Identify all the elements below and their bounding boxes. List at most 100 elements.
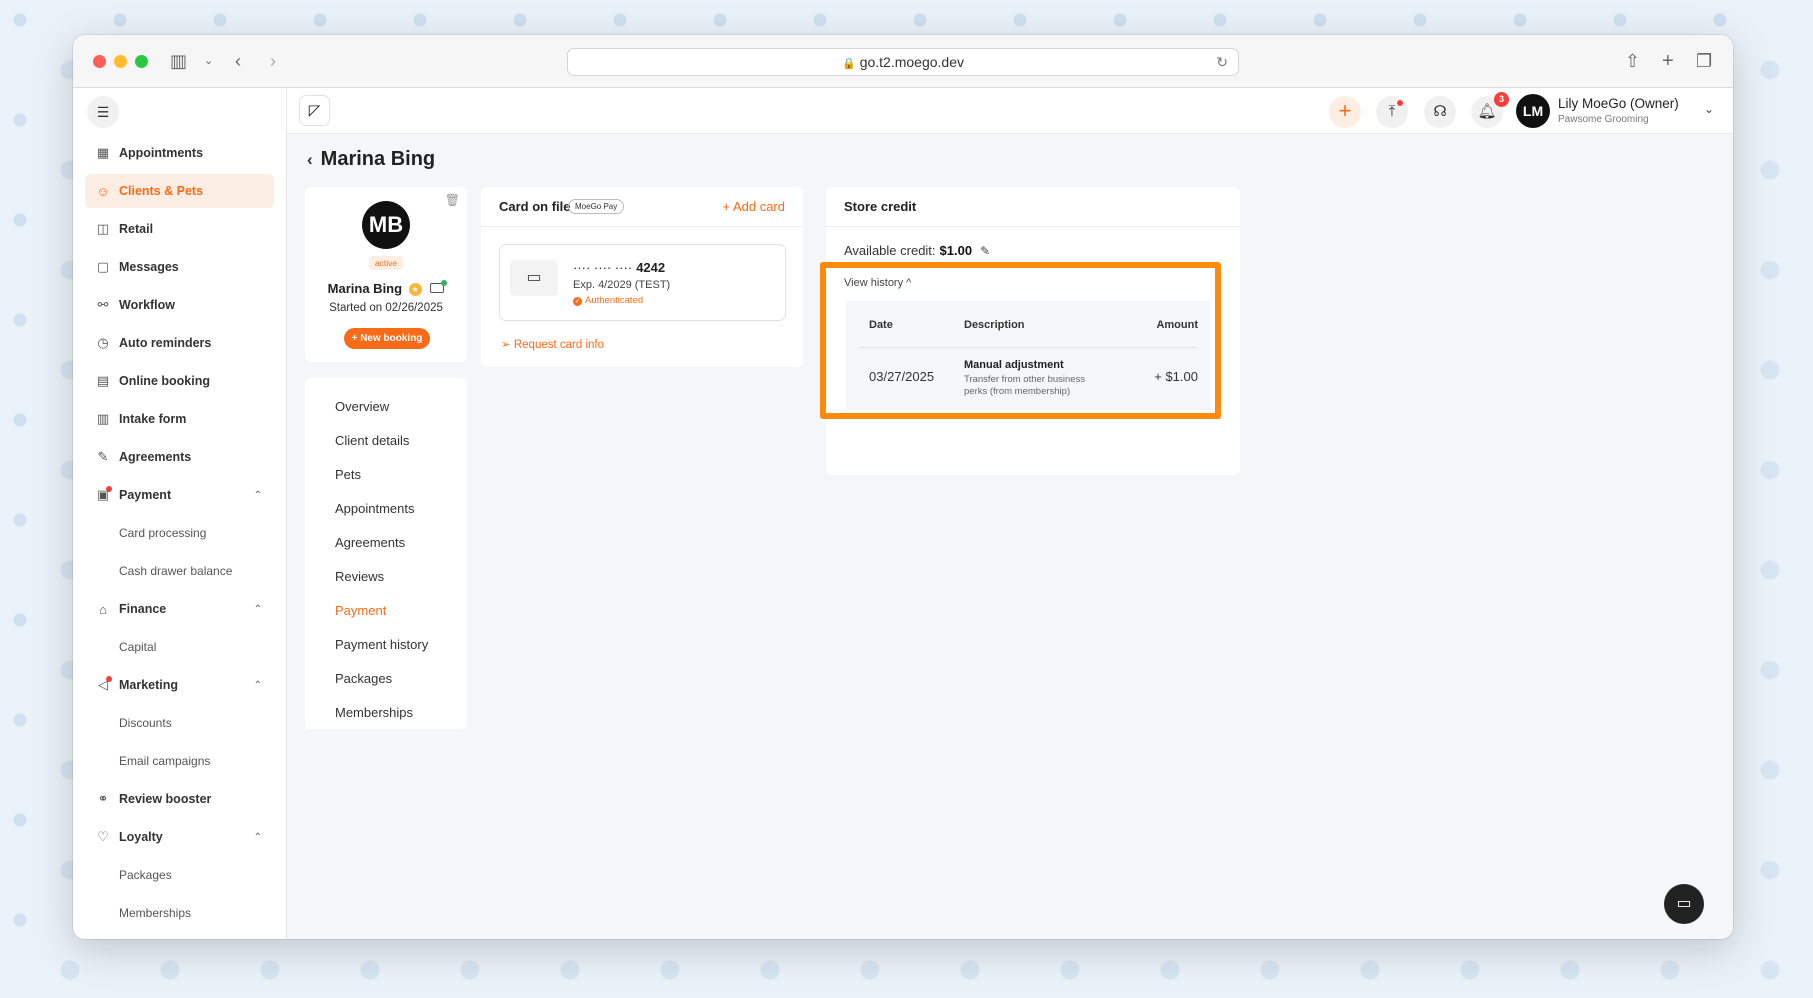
sidebar-subitem[interactable]: Packages xyxy=(85,858,274,892)
sidebar-item-label: Appointments xyxy=(119,146,204,160)
new-booking-button[interactable]: + New booking xyxy=(344,328,430,349)
sidebar-item-label: Workflow xyxy=(119,298,176,312)
minimize-window-button[interactable] xyxy=(114,55,127,68)
sidebar-item-label: Finance xyxy=(119,602,167,616)
client-icon: ☺ xyxy=(96,183,110,199)
sidebar-item[interactable]: ◁ Marketing ⌃ xyxy=(85,668,274,702)
client-menu-item[interactable]: Payment xyxy=(305,594,467,628)
share-icon[interactable]: ⇧ xyxy=(1625,49,1640,73)
upload-dot xyxy=(1396,99,1404,107)
sidebar-item[interactable]: ⚭ Review booster xyxy=(85,782,274,816)
sidebar-item[interactable]: ▦ Appointments xyxy=(85,136,274,170)
edit-pencil-icon[interactable]: ✎ xyxy=(980,244,990,258)
back-arrow-icon[interactable]: ‹ xyxy=(235,49,241,73)
client-menu-item[interactable]: Pets xyxy=(305,458,467,492)
chat-icon[interactable]: ▭ xyxy=(1664,884,1704,924)
sidebar-subitem[interactable]: Memberships xyxy=(85,896,274,930)
chevron-up-icon[interactable]: ⌃ xyxy=(254,490,262,501)
back-icon[interactable]: ‹ xyxy=(307,150,313,169)
add-card-button[interactable]: + Add card xyxy=(722,199,785,214)
sidebar-subitem[interactable]: Card processing xyxy=(85,516,274,550)
client-menu-item[interactable]: Payment history xyxy=(305,628,467,662)
moego-logo-icon[interactable]: ◸ xyxy=(299,95,330,126)
client-menu-item[interactable]: Appointments xyxy=(305,492,467,526)
card-on-file-header: Card on file MoeGo Pay + Add card xyxy=(481,187,803,227)
check-icon: ✓ xyxy=(573,297,582,306)
client-menu-item[interactable]: Reviews xyxy=(305,560,467,594)
client-name-text: Marina Bing xyxy=(327,281,403,296)
avatar: LM xyxy=(1516,94,1550,128)
sidebar-subitem[interactable]: Email campaigns xyxy=(85,744,274,778)
sidebar-item[interactable]: ▤ Online booking xyxy=(85,364,274,398)
add-icon[interactable]: + xyxy=(1329,96,1361,128)
client-menu-item[interactable]: Packages xyxy=(305,662,467,696)
review-icon: ⚭ xyxy=(97,791,109,806)
sidebar-item[interactable]: ⚯ Workflow xyxy=(85,288,274,322)
chevron-up-icon[interactable]: ⌃ xyxy=(254,604,262,615)
store-credit-panel: Store credit Available credit: $1.00 ✎ Vie… xyxy=(820,187,1240,475)
client-menu-item[interactable]: Agreements xyxy=(305,526,467,560)
calendar-icon: ▦ xyxy=(96,145,110,160)
main-content: ◸ + ⤒ ☊ 🔔︎ 3 LM Lily MoeGo (Owner) Pawsom… xyxy=(287,88,1733,939)
headset-icon[interactable]: ☊ xyxy=(1424,96,1456,128)
client-menu-item[interactable]: Client details xyxy=(305,424,467,458)
sidebar-item[interactable]: ◷ Auto reminders xyxy=(85,326,274,360)
sidebar-subitem[interactable]: Discounts xyxy=(85,706,274,740)
alarm-icon: ◷ xyxy=(97,335,109,350)
sidebar-item[interactable]: ☺ Clients & Pets xyxy=(85,174,274,208)
sidebar-item[interactable]: ◫ Retail xyxy=(85,212,274,246)
url-text: go.t2.moego.dev xyxy=(859,54,964,70)
lock-icon: 🔒 xyxy=(842,58,856,70)
sidebar-item-label: Payment xyxy=(119,488,172,502)
chevron-up-icon[interactable]: ⌃ xyxy=(254,832,262,843)
sidebar-toggle-icon[interactable]: ▥ xyxy=(170,49,187,73)
loyalty-icon: ♡ xyxy=(97,829,109,844)
card-expiry: Exp. 4/2029 (TEST) xyxy=(573,279,671,291)
client-menu-item[interactable]: Memberships xyxy=(305,696,467,730)
sidebar-item[interactable]: ⌂ Finance ⌃ xyxy=(85,592,274,626)
address-bar[interactable]: 🔒 go.t2.moego.dev ↻ xyxy=(567,48,1239,76)
maximize-window-button[interactable] xyxy=(135,55,148,68)
form-icon: ▥ xyxy=(96,411,110,426)
notification-dot xyxy=(106,676,112,682)
menu-icon[interactable]: ☰ xyxy=(87,96,119,128)
client-menu-item[interactable]: Overview xyxy=(305,390,467,424)
chevron-down-icon: ⌄ xyxy=(1704,102,1715,116)
sidebar-item-label: Online booking xyxy=(119,374,210,388)
card-on-file-title: Card on file xyxy=(499,199,571,214)
client-name: Marina Bing ★ xyxy=(305,280,467,296)
card-last4: 4242 xyxy=(636,260,666,275)
sidebar-item-label: Retail xyxy=(119,222,154,236)
booking-icon: ▤ xyxy=(96,373,110,388)
forward-arrow-icon[interactable]: › xyxy=(270,49,276,73)
sidebar-item[interactable]: ♡ Loyalty ⌃ xyxy=(85,820,274,854)
sidebar-subitem[interactable]: Capital xyxy=(85,630,274,664)
message-icon: ▢ xyxy=(96,259,110,274)
chevron-down-icon[interactable]: ⌄ xyxy=(204,49,213,73)
status-badge: active xyxy=(369,256,403,270)
card-number: ···· ···· ···· 4242 xyxy=(573,260,665,275)
top-bar: ◸ + ⤒ ☊ 🔔︎ 3 LM Lily MoeGo (Owner) Pawsom… xyxy=(287,88,1733,134)
sidebar-item[interactable]: ▢ Messages xyxy=(85,250,274,284)
sidebar-item-label: Review booster xyxy=(119,792,212,806)
reload-icon[interactable]: ↻ xyxy=(1216,49,1228,75)
chevron-up-icon[interactable]: ⌃ xyxy=(254,680,262,691)
sidebar-item-label: Clients & Pets xyxy=(119,184,204,198)
available-credit-value: $1.00 xyxy=(939,243,973,258)
sidebar-subitem[interactable]: Cash drawer balance xyxy=(85,554,274,588)
bell-icon[interactable]: 🔔︎ 3 xyxy=(1471,92,1509,128)
card-on-file-icon xyxy=(430,280,448,293)
close-window-button[interactable] xyxy=(93,55,106,68)
trash-icon[interactable]: 🗑︎ xyxy=(445,193,460,207)
request-card-info-link[interactable]: ➢ Request card info xyxy=(501,337,604,351)
upload-icon[interactable]: ⤒ xyxy=(1376,96,1408,128)
store-credit-title: Store credit xyxy=(844,199,917,214)
sidebar-item[interactable]: ✎ Agreements xyxy=(85,440,274,474)
sidebar-item[interactable]: ▣ Payment ⌃ xyxy=(85,478,274,512)
new-tab-icon[interactable]: + xyxy=(1662,49,1674,73)
saved-card[interactable]: ▭ ···· ···· ···· 4242 Exp. 4/2029 (TEST) … xyxy=(499,244,786,321)
pen-icon: ✎ xyxy=(97,449,109,464)
tabs-overview-icon[interactable]: ❐ xyxy=(1696,49,1712,73)
sidebar-item[interactable]: ▥ Intake form xyxy=(85,402,274,436)
card-mask: ···· ···· ···· xyxy=(573,260,633,275)
